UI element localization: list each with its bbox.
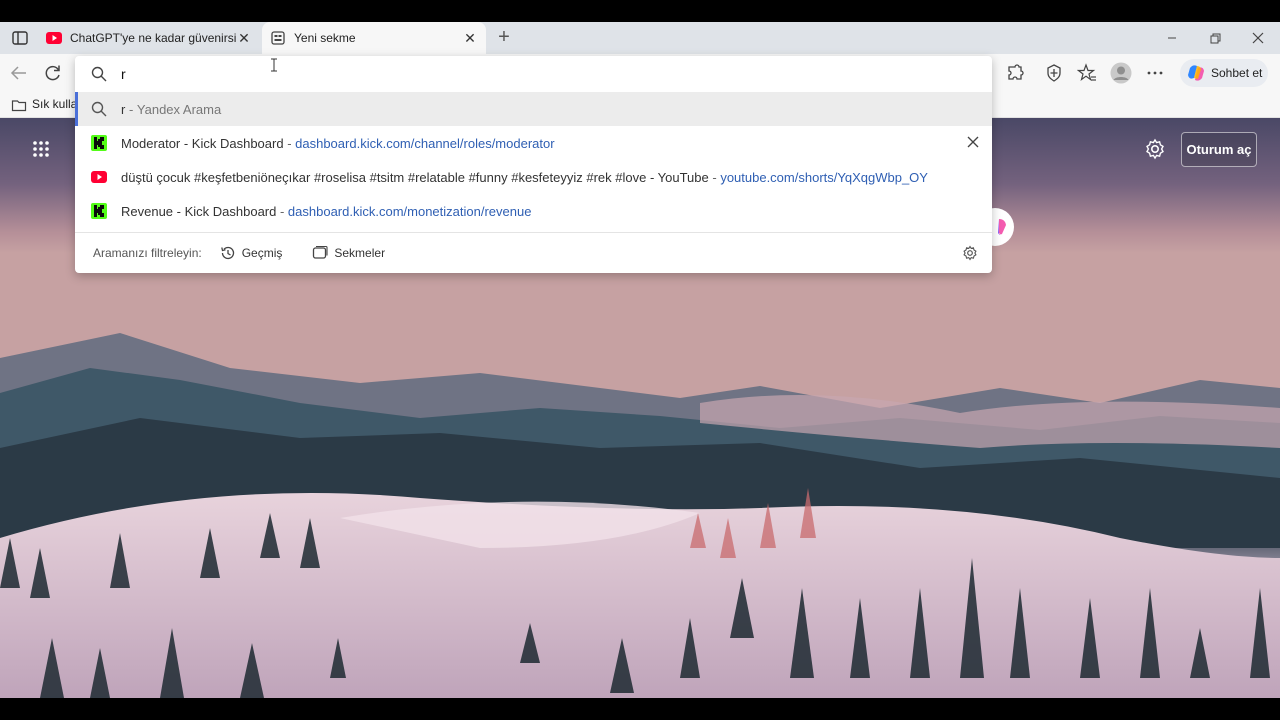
profile-avatar-icon[interactable] (1110, 62, 1132, 84)
tabs-icon (313, 245, 328, 259)
address-bar (75, 56, 992, 92)
suggestion-title: Revenue - Kick Dashboard (121, 203, 277, 219)
copilot-icon (998, 219, 1006, 235)
copilot-chat-button[interactable]: Sohbet et (1180, 59, 1268, 87)
search-filter-row: Aramanızı filtreleyin: Geçmiş Sekmeler (75, 232, 992, 273)
address-input[interactable] (121, 65, 721, 83)
tab-actions-icon[interactable] (11, 30, 29, 46)
filter-tabs-label: Sekmeler (334, 246, 386, 260)
address-bar-dropdown: r - Yandex Arama Moderator - Kick Dashbo… (75, 56, 992, 273)
browser-essentials-icon[interactable] (1044, 63, 1064, 83)
remove-suggestion-icon[interactable] (965, 134, 981, 150)
tab-strip: ChatGPT'ye ne kadar güvenirsin? ✕ Yeni s… (0, 22, 1280, 54)
tab-title: Yeni sekme (294, 31, 356, 45)
search-icon (91, 66, 107, 82)
history-icon (220, 246, 234, 260)
minimize-icon[interactable] (1164, 30, 1180, 46)
filter-tabs-button[interactable]: Sekmeler (312, 245, 385, 261)
copilot-icon (1188, 65, 1204, 81)
suggestion-title: düştü çocuk #keşfetbeniöneçıkar #roselis… (121, 169, 709, 185)
suggestion-dash: - (708, 169, 721, 185)
newtab-icon (271, 31, 285, 45)
chat-label: Sohbet et (1211, 66, 1263, 80)
page-settings-gear-icon[interactable] (1144, 138, 1166, 160)
tab-new-tab[interactable]: Yeni sekme ✕ (262, 22, 486, 54)
restore-icon[interactable] (1207, 30, 1223, 46)
tab-chatgpt-video[interactable]: ChatGPT'ye ne kadar güvenirsin? ✕ (38, 22, 260, 54)
youtube-icon (46, 32, 62, 44)
kick-icon (91, 203, 107, 219)
tab-close-icon[interactable]: ✕ (462, 30, 478, 46)
suggestion-provider: Yandex Arama (136, 101, 222, 117)
suggestion-dash: - (276, 203, 288, 219)
apps-grid-icon[interactable] (32, 140, 50, 158)
text-cursor-icon (271, 58, 277, 72)
suggestion-history[interactable]: düştü çocuk #keşfetbeniöneçıkar #roselis… (75, 160, 992, 194)
new-tab-button[interactable]: + (494, 27, 514, 48)
suggestion-search[interactable]: r - Yandex Arama (75, 92, 992, 126)
suggestion-dash: - (283, 135, 296, 151)
suggestion-url: dashboard.kick.com/channel/roles/moderat… (295, 135, 555, 151)
filter-history-button[interactable]: Geçmiş (220, 245, 283, 261)
youtube-icon (91, 171, 107, 183)
suggestion-url: dashboard.kick.com/monetization/revenue (287, 203, 532, 219)
suggestion-separator: - (125, 101, 137, 117)
more-menu-icon[interactable] (1145, 63, 1165, 83)
favorites-folder-icon[interactable] (11, 97, 27, 113)
tab-close-icon[interactable]: ✕ (236, 30, 252, 46)
back-icon[interactable] (9, 63, 29, 83)
close-window-icon[interactable] (1250, 30, 1266, 46)
filter-label: Aramanızı filtreleyin: (93, 246, 202, 260)
suggestion-history[interactable]: Moderator - Kick Dashboard - dashboard.k… (75, 126, 992, 160)
screen: ChatGPT'ye ne kadar güvenirsin? ✕ Yeni s… (0, 0, 1280, 720)
suggestion-title: Moderator - Kick Dashboard (121, 135, 284, 151)
search-settings-gear-icon[interactable] (962, 245, 978, 261)
filter-history-label: Geçmiş (241, 246, 283, 260)
suggestion-url: youtube.com/shorts/YqXqgWbp_OY (720, 169, 928, 185)
tab-title: ChatGPT'ye ne kadar güvenirsin? (70, 31, 236, 45)
bottom-black-bar (0, 698, 1280, 720)
kick-icon (91, 135, 107, 151)
favorites-star-icon[interactable] (1077, 63, 1097, 83)
search-icon (91, 101, 107, 117)
refresh-icon[interactable] (43, 63, 63, 83)
sign-in-button[interactable]: Oturum aç (1181, 132, 1257, 167)
suggestion-history[interactable]: Revenue - Kick Dashboard - dashboard.kic… (75, 194, 992, 228)
extensions-icon[interactable] (1005, 63, 1025, 83)
